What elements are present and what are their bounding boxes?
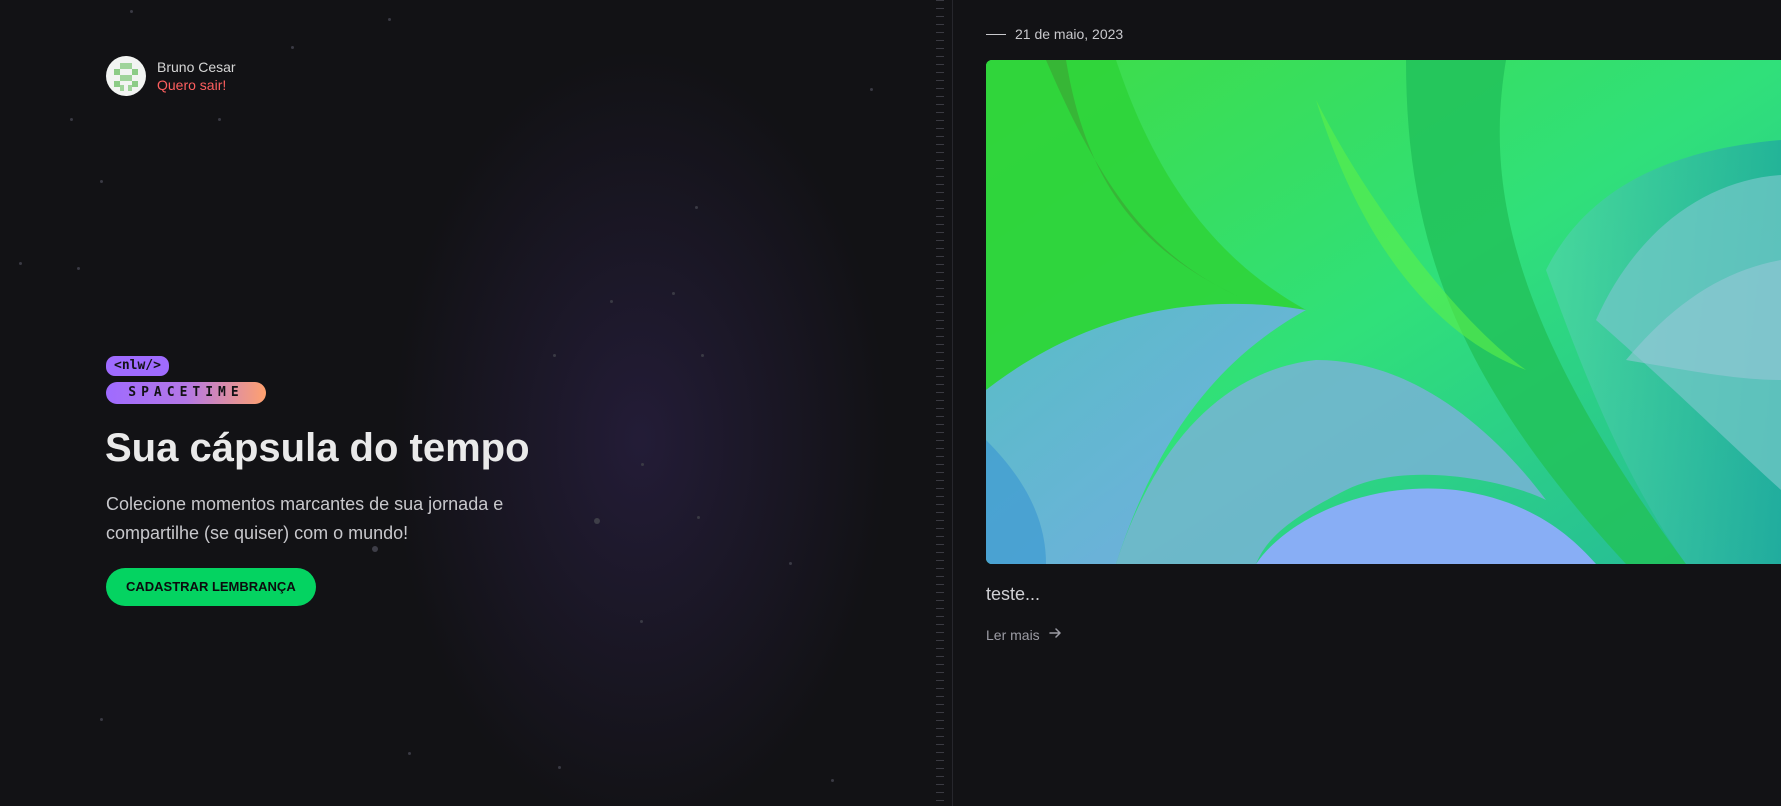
user-avatar (106, 56, 146, 96)
memory-date: 21 de maio, 2023 (986, 26, 1123, 42)
user-name: Bruno Cesar (157, 58, 236, 75)
abstract-wallpaper-image (986, 60, 1781, 564)
background-star (100, 180, 103, 183)
background-star (610, 300, 613, 303)
timeline-stripes (936, 0, 944, 806)
background-star (672, 292, 675, 295)
background-star (77, 267, 80, 270)
arrow-right-icon (1048, 626, 1062, 643)
read-more-label: Ler mais (986, 626, 1040, 643)
memory-cover-image (986, 60, 1781, 564)
background-star (291, 46, 294, 49)
background-star (388, 18, 391, 21)
background-star (553, 354, 556, 357)
background-star (695, 206, 698, 209)
background-star (558, 766, 561, 769)
memory-excerpt: teste... (986, 584, 1041, 604)
user-profile: Bruno Cesar Quero sair! (106, 56, 236, 96)
read-more-link[interactable]: Ler mais (986, 626, 1062, 643)
page-title: Sua cápsula do tempo (105, 426, 530, 470)
background-star (218, 118, 221, 121)
background-star (870, 88, 873, 91)
background-star (19, 262, 22, 265)
background-star (100, 718, 103, 721)
avatar-pattern-icon (114, 63, 138, 91)
date-dash (986, 33, 1006, 35)
background-star (408, 752, 411, 755)
background-star (70, 118, 73, 121)
memories-panel[interactable]: 21 de maio, 2023 teste... Ler mais (953, 0, 1781, 806)
background-star (789, 562, 792, 565)
logo-spacetime-badge: SPACETIME (106, 382, 266, 404)
memory-date-text: 21 de maio, 2023 (1015, 26, 1124, 42)
logout-link[interactable]: Quero sair! (157, 77, 226, 93)
hero-panel: Bruno Cesar Quero sair! <nlw/> SPACETIME… (0, 0, 952, 806)
background-star (640, 620, 643, 623)
nlw-spacetime-logo: <nlw/> SPACETIME (106, 356, 266, 404)
background-star (594, 518, 600, 524)
background-star (701, 354, 704, 357)
register-memory-button[interactable]: CADASTRAR LEMBRANÇA (106, 568, 316, 606)
background-star (831, 779, 834, 782)
background-star (130, 10, 133, 13)
logo-nlw-badge: <nlw/> (106, 356, 169, 376)
hero-description: Colecione momentos marcantes de sua jorn… (106, 494, 504, 543)
background-star (641, 463, 644, 466)
background-star (697, 516, 700, 519)
